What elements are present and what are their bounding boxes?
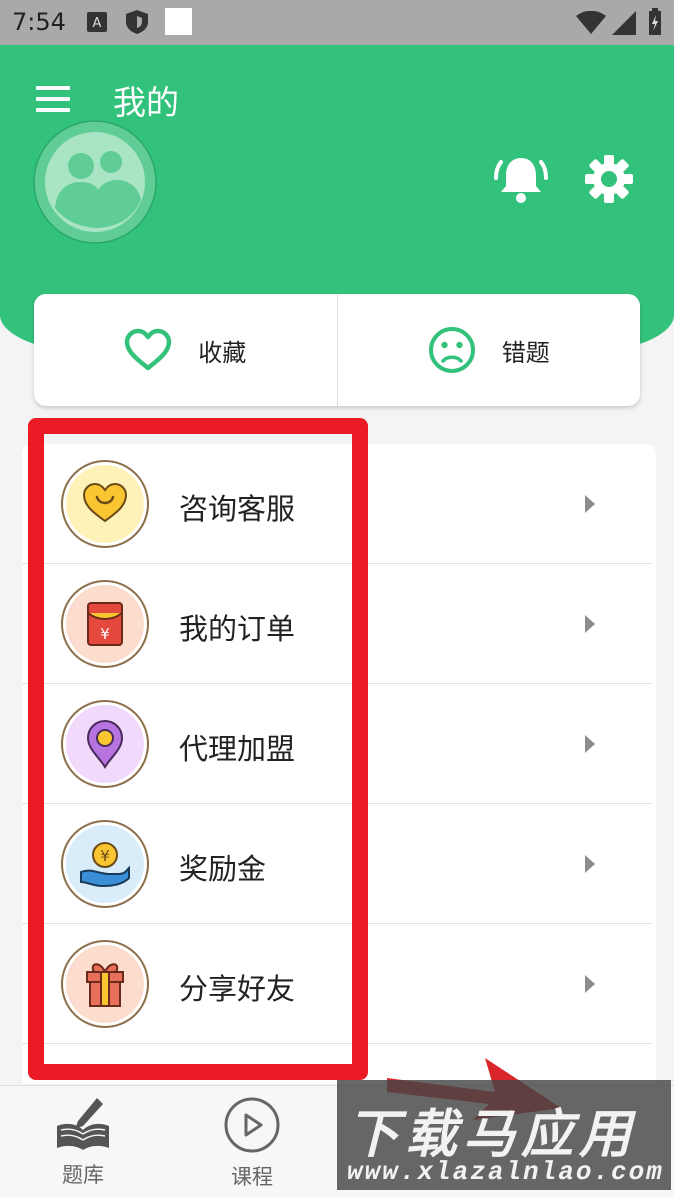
sad-face-icon [428,327,475,373]
watermark: 下载马应用 www.xlazalnlao.com [337,1080,671,1190]
shield-icon [126,10,148,34]
chevron-right-icon [585,855,595,873]
play-circle-icon [224,1097,280,1153]
notification-bell-icon[interactable] [494,154,548,206]
chevron-right-icon [585,495,595,513]
signal-icon [612,11,636,35]
favorites-button[interactable]: 收藏 [34,294,337,406]
book-pen-icon [57,1098,109,1150]
chevron-right-icon [585,975,595,993]
favorites-label: 收藏 [198,338,247,367]
nav-tab-courses[interactable]: 课程 [192,1096,312,1191]
status-bar: 7:54 A [0,0,674,45]
hamburger-menu-icon[interactable] [36,86,70,112]
page-title: 我的 [113,83,179,122]
heart-icon [125,328,172,371]
highlight-annotation-box [28,418,368,1080]
wifi-icon [576,11,606,34]
chevron-right-icon [585,735,595,753]
status-time: 7:54 [12,8,66,36]
keyboard-a-icon: A [87,12,107,32]
wrong-questions-button[interactable]: 错题 [336,294,641,406]
nav-label: 课程 [231,1165,273,1189]
nav-tab-question-bank[interactable]: 题库 [23,1096,143,1189]
watermark-url: www.xlazalnlao.com [347,1157,664,1187]
nav-label: 题库 [62,1163,104,1187]
settings-gear-icon[interactable] [585,155,633,203]
avatar[interactable] [33,120,157,244]
white-square-icon [165,8,192,35]
svg-text:A: A [93,16,102,31]
watermark-logo: 下载马应用 [347,1105,638,1165]
quick-actions-card: 收藏 错题 [34,294,640,406]
wrong-questions-label: 错题 [501,338,550,367]
battery-charging-icon [649,8,661,35]
chevron-right-icon [585,615,595,633]
